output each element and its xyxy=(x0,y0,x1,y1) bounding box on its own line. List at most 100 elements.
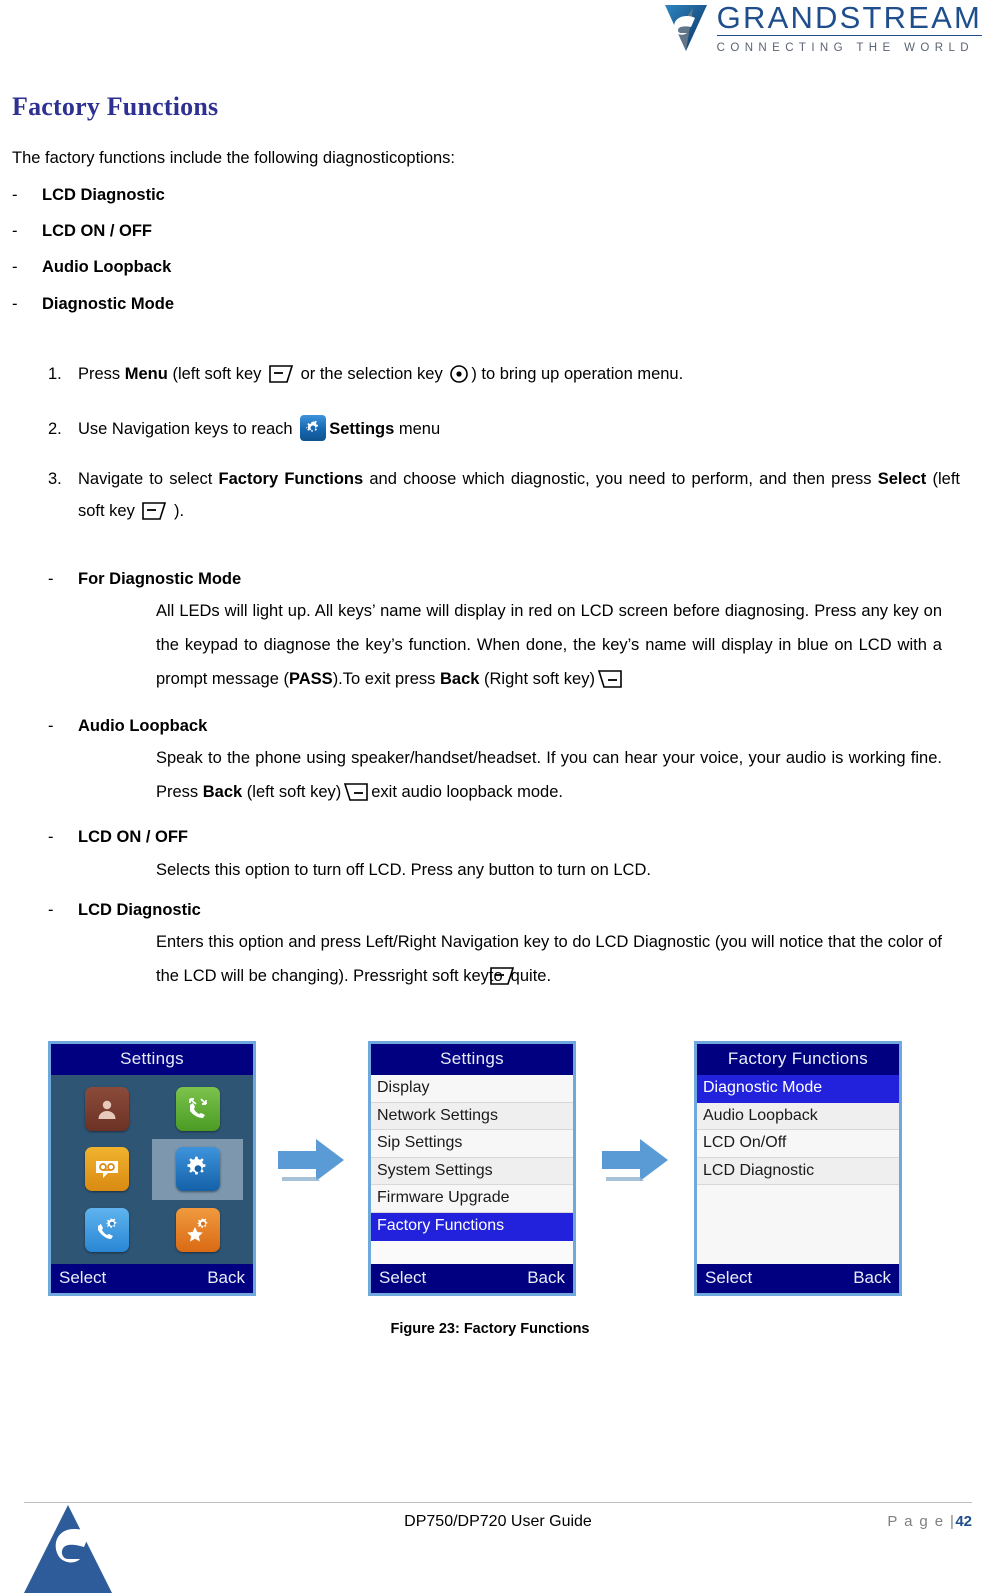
lcd-softkey-bar: Select Back xyxy=(697,1264,899,1293)
list-item: - LCD ON / OFF xyxy=(12,213,972,249)
list-item-selected[interactable]: Factory Functions xyxy=(371,1212,573,1241)
list-item[interactable]: Display xyxy=(371,1075,573,1103)
lcd-title: Settings xyxy=(51,1044,253,1075)
grandstream-triangle-logo-icon xyxy=(24,1505,112,1593)
list-item[interactable]: System Settings xyxy=(371,1157,573,1186)
step-text: Navigate to select xyxy=(78,470,219,489)
detail-text: ).To exit press xyxy=(332,669,440,688)
dash-bullet: - xyxy=(12,294,18,313)
detail-heading: - LCD ON / OFF xyxy=(48,825,972,850)
logo-text-block: GRANDSTREAM CONNECTING THE WORLD xyxy=(716,0,982,55)
list-item[interactable]: LCD Diagnostic xyxy=(697,1157,899,1186)
list-item-label: LCD ON / OFF xyxy=(42,221,152,240)
list-item-label: Audio Loopback xyxy=(42,258,172,277)
list-item: - Audio Loopback xyxy=(12,249,972,285)
detail-body: Selects this option to turn off LCD. Pre… xyxy=(156,860,651,879)
voicemail-icon[interactable] xyxy=(84,1147,129,1192)
lcd-icon-grid xyxy=(51,1075,253,1264)
detail-heading-label: LCD ON / OFF xyxy=(78,828,188,847)
softkey-right-back[interactable]: Back xyxy=(207,1268,245,1288)
grid-cell-selected[interactable] xyxy=(152,1139,243,1200)
detail-lcd-on-off: - LCD ON / OFF Selects this option to tu… xyxy=(8,825,972,888)
logo-divider xyxy=(716,35,982,36)
detail-heading: - Audio Loopback xyxy=(48,714,972,739)
step-1: 1. Press Menu (left soft key or the selec… xyxy=(48,358,972,395)
grid-cell[interactable] xyxy=(152,1079,243,1139)
step-bold-settings: Settings xyxy=(329,419,395,438)
right-soft-key-icon xyxy=(343,781,369,815)
detail-audio-loopback: - Audio Loopback Speak to the phone usin… xyxy=(8,714,972,815)
footer-page-number: 42 xyxy=(955,1513,972,1530)
shortcut-icon[interactable] xyxy=(175,1207,220,1252)
list-item-label: Diagnostic Mode xyxy=(42,294,175,313)
settings-icon[interactable] xyxy=(175,1147,220,1192)
detail-bold-pass: PASS xyxy=(288,669,333,688)
dash-bullet: - xyxy=(48,900,54,919)
call-history-icon[interactable] xyxy=(175,1087,220,1132)
contacts-icon[interactable] xyxy=(84,1087,129,1132)
step-number: 2. xyxy=(48,419,62,438)
figure-factory-functions: Settings Select Back Settings Display Ne… xyxy=(8,1035,972,1305)
step-2: 2. Use Navigation keys to reach Settings … xyxy=(48,413,972,445)
lcd-empty-area xyxy=(697,1185,899,1264)
document-content: Factory Functions The factory functions … xyxy=(0,92,1000,1337)
settings-list-screen: Settings Display Network Settings Sip Se… xyxy=(368,1041,576,1296)
footer-document-title: DP750/DP720 User Guide xyxy=(404,1513,592,1530)
step-3: 3. Navigate to select Factory Functions a… xyxy=(48,463,972,532)
right-arrow-icon xyxy=(276,1137,346,1190)
detail-heading: - For Diagnostic Mode xyxy=(48,567,972,592)
detail-heading: - LCD Diagnostic xyxy=(48,898,972,923)
step-bold-select: Select xyxy=(877,470,927,489)
detail-heading-label: Audio Loopback xyxy=(78,716,208,735)
detail-bold-back: Back xyxy=(439,669,480,688)
grid-cell[interactable] xyxy=(61,1139,152,1199)
list-item-label: LCD Diagnostic xyxy=(42,185,165,204)
softkey-right-back[interactable]: Back xyxy=(853,1268,891,1288)
call-settings-icon[interactable] xyxy=(84,1207,129,1252)
grid-cell[interactable] xyxy=(61,1079,152,1139)
detail-body: All LEDs will light up. All keys’ name w… xyxy=(156,595,972,701)
dash-bullet: - xyxy=(48,828,54,847)
step-text: ). xyxy=(169,502,185,521)
dash-bullet: - xyxy=(48,716,54,735)
dash-bullet: - xyxy=(48,569,54,588)
footer-row: DP750/DP720 User Guide P a g e |42 xyxy=(24,1503,972,1531)
logo-wordmark: GRANDSTREAM xyxy=(716,0,982,35)
list-item[interactable]: Firmware Upgrade xyxy=(371,1185,573,1213)
list-item[interactable]: Network Settings xyxy=(371,1102,573,1131)
detail-lcd-diagnostic: - LCD Diagnostic Enters this option and … xyxy=(8,898,972,999)
figure-caption: Figure 23: Factory Functions xyxy=(390,1321,590,1337)
softkey-right-back[interactable]: Back xyxy=(527,1268,565,1288)
page-footer: DP750/DP720 User Guide P a g e |42 xyxy=(0,1502,1000,1531)
intro-paragraph: The factory functions include the follow… xyxy=(12,149,456,167)
list-item[interactable]: LCD On/Off xyxy=(697,1130,899,1158)
factory-functions-list-screen: Factory Functions Diagnostic Mode Audio … xyxy=(694,1041,902,1296)
lcd-title: Factory Functions xyxy=(697,1044,899,1075)
step-text: and choose which diagnostic, you need to… xyxy=(363,470,878,489)
step-text: ) to bring up operation menu. xyxy=(471,364,684,383)
softkey-left-select[interactable]: Select xyxy=(705,1268,752,1288)
detail-bold-back: Back xyxy=(202,783,243,802)
dash-bullet: - xyxy=(12,221,18,240)
detail-text: quite. xyxy=(510,967,552,986)
numbered-steps: 1. Press Menu (left soft key or the selec… xyxy=(8,358,972,533)
list-item[interactable]: Sip Settings xyxy=(371,1130,573,1158)
grid-cell[interactable] xyxy=(152,1200,243,1260)
detail-body: Speak to the phone using speaker/handset… xyxy=(156,742,972,815)
right-soft-key-icon xyxy=(597,668,623,702)
grid-cell[interactable] xyxy=(61,1200,152,1260)
list-item[interactable]: Audio Loopback xyxy=(697,1102,899,1131)
step-text: (left soft key xyxy=(167,364,266,383)
detail-heading-label: LCD Diagnostic xyxy=(78,900,201,919)
page-header: GRANDSTREAM CONNECTING THE WORLD xyxy=(0,0,1000,62)
lcd-list: Diagnostic Mode Audio Loopback LCD On/Of… xyxy=(697,1075,899,1264)
detail-diagnostic-mode: - For Diagnostic Mode All LEDs will ligh… xyxy=(8,567,972,702)
left-soft-key-icon xyxy=(268,363,294,395)
selection-key-icon xyxy=(449,363,469,395)
softkey-left-select[interactable]: Select xyxy=(59,1268,106,1288)
detail-text: exit audio loopback mode. xyxy=(371,783,563,802)
grandstream-logo: GRANDSTREAM CONNECTING THE WORLD xyxy=(663,2,982,55)
list-item-selected[interactable]: Diagnostic Mode xyxy=(697,1075,899,1103)
detail-body: Enters this option and press Left/Right … xyxy=(156,926,972,999)
softkey-left-select[interactable]: Select xyxy=(379,1268,426,1288)
